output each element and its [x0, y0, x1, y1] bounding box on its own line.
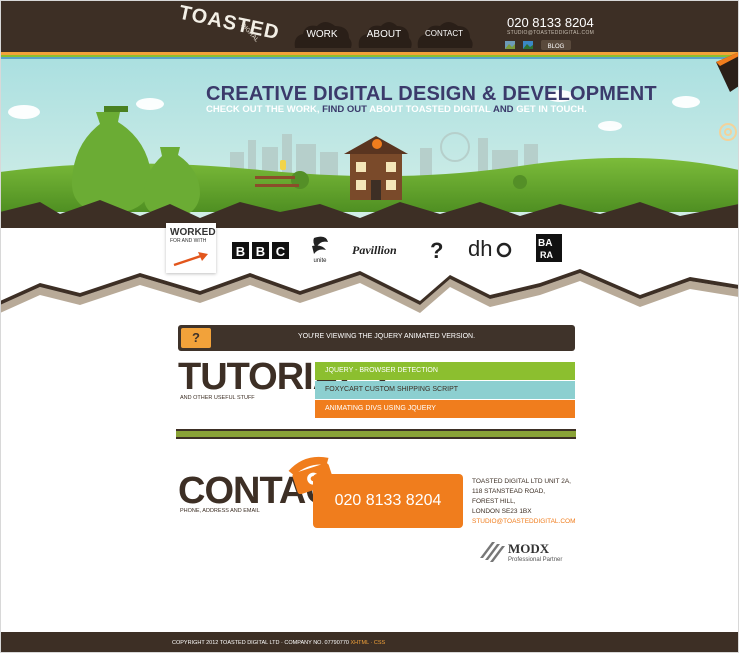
client-logo-bbc[interactable]: B B C — [232, 232, 292, 264]
client-logo-unite[interactable]: unite — [306, 232, 336, 264]
nav-contact-label: CONTACT — [424, 29, 464, 38]
svg-text:B: B — [236, 244, 245, 259]
nav-contact-button[interactable]: CONTACT — [414, 18, 474, 48]
address-line: TOASTED DIGITAL LTD UNIT 2A, — [472, 478, 571, 485]
modx-partner-badge[interactable]: MODX Professional Partner — [478, 538, 578, 564]
svg-text:unite: unite — [313, 258, 327, 264]
help-badge[interactable]: ? — [181, 328, 211, 348]
hero-sub-findout: FIND OUT — [322, 104, 367, 115]
tutorials-list: JQUERY - BROWSER DETECTION FOXYCART CUST… — [315, 362, 575, 419]
blog-label: BLOG — [548, 44, 565, 50]
hero-sub-about[interactable]: ABOUT TOASTED DIGITAL — [369, 104, 490, 115]
client-logo-ba[interactable]: BA RA — [534, 232, 566, 264]
worked-title: WORKED — [170, 227, 216, 238]
nav-about-label: ABOUT — [366, 29, 402, 40]
page-footer: COPYRIGHT 2012 TOASTED DIGITAL LTD · COM… — [0, 632, 739, 653]
xhtml-validator-link[interactable]: XHTML — [351, 640, 369, 646]
modx-name: MODX — [508, 541, 550, 556]
hero-illustration — [0, 52, 739, 228]
logo-text: TOASTED — [176, 1, 282, 45]
hero-subtitle: CHECK OUT THE WORK, FIND OUT ABOUT TOAST… — [206, 104, 587, 115]
call-phone-button[interactable]: 020 8133 8204 — [313, 474, 463, 528]
zigzag-divider — [0, 269, 739, 313]
top-navigation-bar: TOASTED DIGITAL WORK ABOUT CONTACT 020 8… — [0, 0, 739, 52]
copyright-text: COPYRIGHT 2012 TOASTED DIGITAL LTD · COM… — [172, 640, 349, 646]
client-logo-question[interactable]: ? — [426, 232, 446, 264]
picture-icon[interactable] — [505, 41, 515, 49]
svg-text:RA: RA — [540, 250, 553, 260]
tutorials-subheading: AND OTHER USEFUL STUFF — [180, 395, 255, 401]
address-line: 118 STANSTEAD ROAD, — [472, 488, 546, 495]
hero-title: CREATIVE DIGITAL DESIGN & DEVELOPMENT — [206, 83, 657, 105]
header-phone: 020 8133 8204 — [507, 15, 594, 30]
client-logo-dh[interactable]: dh — [468, 232, 512, 264]
client-logo-pavillion[interactable]: Pavillion — [352, 232, 408, 264]
landscape-icon[interactable] — [523, 41, 533, 49]
tutorial-link-foxycart[interactable]: FOXYCART CUSTOM SHIPPING SCRIPT — [315, 381, 575, 399]
contact-subheading: PHONE, ADDRESS AND EMAIL — [180, 508, 260, 514]
modx-subtitle: Professional Partner — [508, 557, 562, 563]
hero-sub-and: AND — [492, 104, 514, 115]
header-icons: BLOG — [505, 38, 575, 50]
nav-about-button[interactable]: ABOUT — [355, 18, 413, 48]
svg-text:B: B — [256, 244, 265, 259]
worked-subtitle: FOR AND WITH — [170, 238, 207, 244]
svg-text:C: C — [276, 244, 286, 259]
site-logo[interactable]: TOASTED DIGITAL — [170, 2, 282, 46]
svg-text:Pavillion: Pavillion — [352, 243, 397, 257]
footer-text: COPYRIGHT 2012 TOASTED DIGITAL LTD · COM… — [172, 640, 385, 646]
css-validator-link[interactable]: CSS — [374, 640, 385, 646]
header-email[interactable]: STUDIO@TOASTEDDIGITAL.COM — [507, 30, 594, 36]
hero-sub-work[interactable]: CHECK OUT THE WORK, — [206, 104, 319, 115]
contact-address: TOASTED DIGITAL LTD UNIT 2A, 118 STANSTE… — [472, 477, 576, 527]
svg-text:BA: BA — [538, 238, 552, 249]
address-line: LONDON SE23 1BX — [472, 508, 532, 515]
contact-email-link[interactable]: STUDIO@TOASTEDDIGITAL.COM — [472, 517, 576, 527]
hero-sub-contact[interactable]: GET IN TOUCH. — [516, 104, 587, 115]
modx-logo-icon — [480, 542, 505, 562]
banner-message: YOU'RE VIEWING THE JQUERY ANIMATED VERSI… — [298, 333, 476, 340]
svg-text:dh: dh — [468, 236, 492, 261]
section-divider-bar — [176, 429, 576, 439]
hero-banner — [0, 52, 739, 228]
footer-separator: · — [370, 640, 373, 646]
svg-text:?: ? — [430, 238, 443, 263]
version-banner: ? YOU'RE VIEWING THE JQUERY ANIMATED VER… — [178, 325, 575, 351]
nav-work-button[interactable]: WORK — [291, 18, 353, 48]
tutorial-link-animating-divs[interactable]: ANIMATING DIVS USING JQUERY — [315, 400, 575, 418]
tutorial-link-browser-detection[interactable]: JQUERY - BROWSER DETECTION — [315, 362, 575, 380]
nav-work-label: WORK — [306, 29, 338, 40]
blog-button[interactable]: BLOG — [541, 40, 571, 50]
address-line: FOREST HILL, — [472, 498, 516, 505]
